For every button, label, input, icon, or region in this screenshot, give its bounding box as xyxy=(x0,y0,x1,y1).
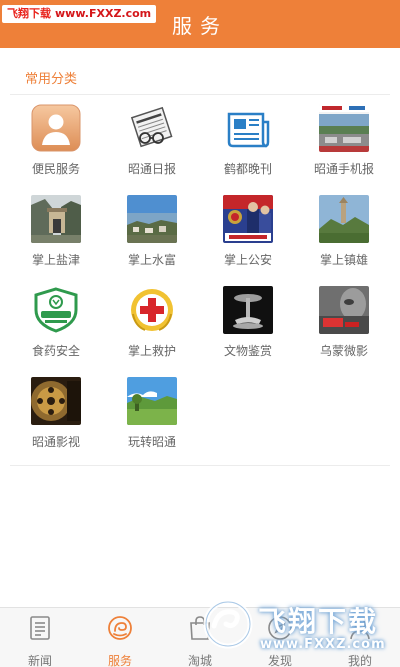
category-label: 掌上盐津 xyxy=(31,253,80,267)
page-title: 服务 xyxy=(172,14,228,38)
yanjin-photo xyxy=(31,195,81,243)
person-service-icon xyxy=(31,104,81,152)
category-label: 昭通影视 xyxy=(31,435,80,449)
category-item-mobile-news[interactable]: 昭通手机报 xyxy=(296,100,392,191)
tab-service[interactable]: 服务 xyxy=(80,608,160,667)
category-label: 掌上水富 xyxy=(127,253,176,267)
tab-news[interactable]: 新闻 xyxy=(0,608,80,667)
category-label: 食药安全 xyxy=(31,344,80,358)
film-reel-photo xyxy=(31,377,81,425)
category-item-yanjin[interactable]: 掌上盐津 xyxy=(8,191,104,282)
category-label: 掌上公安 xyxy=(223,253,272,267)
watermark-bottom-right: 飞翔下载 www.FXXZ.com xyxy=(196,592,400,667)
newspaper-glasses-icon xyxy=(127,104,177,152)
zhenxiong-photo xyxy=(319,195,369,243)
newspaper-icon xyxy=(223,104,273,152)
category-label: 昭通手机报 xyxy=(313,162,374,176)
service-icon xyxy=(106,614,134,642)
watermark-url: www.FXXZ.com xyxy=(260,637,386,652)
mobile-news-thumbnail xyxy=(319,104,369,152)
category-item-rescue[interactable]: 掌上救护 xyxy=(104,282,200,373)
divider xyxy=(10,94,390,95)
category-item-shuifu[interactable]: 掌上水富 xyxy=(104,191,200,282)
category-item-explore[interactable]: 玩转昭通 xyxy=(104,373,200,464)
landscape-photo xyxy=(127,377,177,425)
category-label: 鹤都晚刊 xyxy=(223,162,272,176)
category-grid: 便民服务 昭通日报 鹤都晚刊 昭通手机报 掌上盐津 掌上水富 掌上公安 掌上镇雄… xyxy=(8,100,392,464)
food-drug-safety-badge xyxy=(31,286,81,334)
category-item-zhaotong-daily[interactable]: 昭通日报 xyxy=(104,100,200,191)
category-item-food-drug[interactable]: 食药安全 xyxy=(8,282,104,373)
divider xyxy=(10,465,390,466)
category-item-relic[interactable]: 文物鉴赏 xyxy=(200,282,296,373)
police-photo xyxy=(223,195,273,243)
category-item-film[interactable]: 昭通影视 xyxy=(8,373,104,464)
watermark-brand: 飞翔下载 xyxy=(258,605,379,638)
category-label: 乌蒙微影 xyxy=(319,344,368,358)
category-item-police[interactable]: 掌上公安 xyxy=(200,191,296,282)
red-cross-icon xyxy=(127,286,177,334)
tab-label: 服务 xyxy=(107,654,132,667)
category-item-bianmin[interactable]: 便民服务 xyxy=(8,100,104,191)
category-item-zhenxiong[interactable]: 掌上镇雄 xyxy=(296,191,392,282)
shuifu-photo xyxy=(127,195,177,243)
category-label: 掌上镇雄 xyxy=(319,253,368,267)
category-item-hedu-evening[interactable]: 鹤都晚刊 xyxy=(200,100,296,191)
category-label: 便民服务 xyxy=(31,162,80,176)
category-label: 掌上救护 xyxy=(127,344,176,358)
category-label: 玩转昭通 xyxy=(127,435,176,449)
category-label: 文物鉴赏 xyxy=(223,344,272,358)
tab-label: 新闻 xyxy=(27,654,52,667)
header-bar: 飞翔下载 www.FXXZ.com 服务 xyxy=(0,0,400,48)
cultural-relic-photo xyxy=(223,286,273,334)
category-label: 昭通日报 xyxy=(127,162,176,176)
section-title: 常用分类 xyxy=(25,72,78,87)
news-icon xyxy=(26,614,54,642)
wumeng-film-photo xyxy=(319,286,369,334)
category-item-wumeng[interactable]: 乌蒙微影 xyxy=(296,282,392,373)
